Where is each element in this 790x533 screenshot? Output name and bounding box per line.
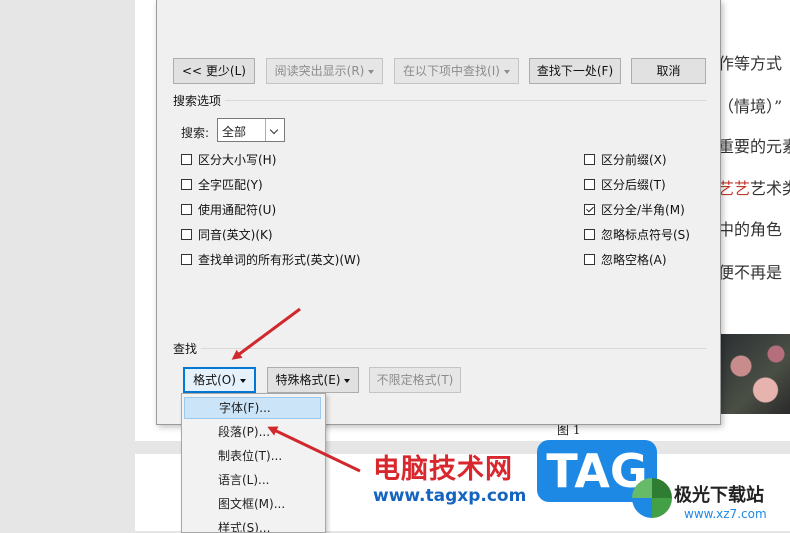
site-url: www.xz7.com	[684, 507, 767, 521]
arrow-to-format-button	[231, 307, 301, 360]
watermark-text: 电脑技术网	[373, 454, 513, 485]
site-name: 极光下载站	[674, 485, 764, 506]
site-logo-icon	[632, 478, 672, 518]
arrow-to-font-item	[267, 426, 361, 473]
watermark-url: www.tagxp.com	[373, 486, 527, 506]
